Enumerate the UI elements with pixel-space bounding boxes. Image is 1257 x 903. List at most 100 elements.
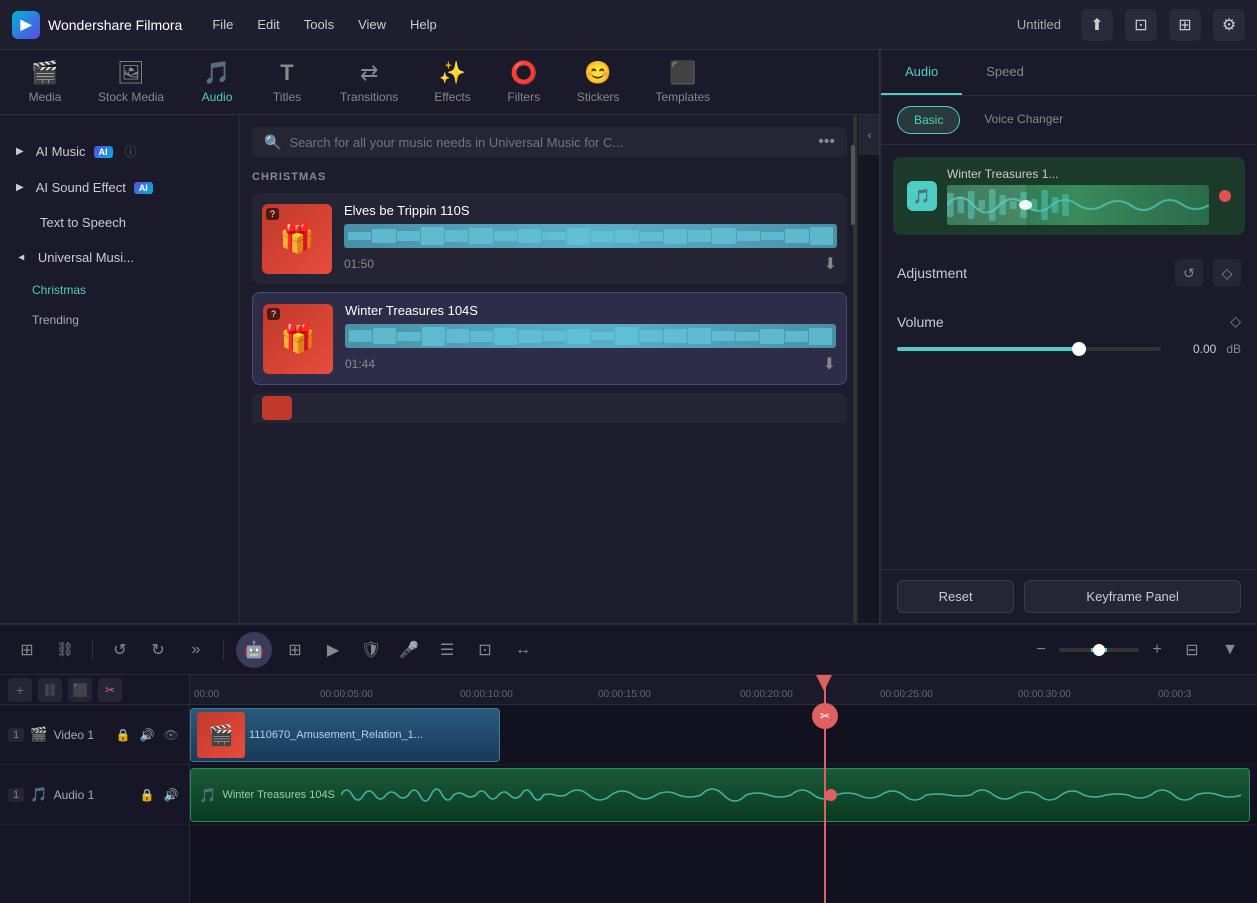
export-icon[interactable]: ⊡ <box>1125 9 1157 41</box>
timeline-tool-pip[interactable]: ⊞ <box>280 635 310 665</box>
video-clip-thumb: 🎬 <box>197 712 245 758</box>
zoom-out-icon[interactable]: − <box>1029 638 1053 662</box>
audio-track-actions: 🔒 🔊 <box>137 785 181 805</box>
sub-tab-basic[interactable]: Basic <box>897 106 960 134</box>
music-card-3-partial[interactable] <box>252 393 847 423</box>
video-track-mute-icon[interactable]: 🔊 <box>137 725 157 745</box>
top-menu: File Edit Tools View Help <box>212 17 997 32</box>
volume-slider[interactable] <box>897 347 1161 351</box>
list-view-button[interactable]: ▼ <box>1215 635 1245 665</box>
sidebar-item-universal[interactable]: ▼ Universal Musi... <box>0 240 239 275</box>
media-icon: 🎬 <box>31 60 58 86</box>
video-track-icon: 🎬 <box>30 726 47 743</box>
video-track-lock-icon[interactable]: 🔒 <box>113 725 133 745</box>
more-options-icon[interactable]: ••• <box>818 133 835 151</box>
sidebar-item-tts[interactable]: Text to Speech <box>0 205 239 240</box>
audio-clip[interactable]: 🎵 Winter Treasures 104S <box>190 768 1250 822</box>
timeline-tool-tts[interactable]: ☰ <box>432 635 462 665</box>
scrollbar-thumb[interactable] <box>851 145 855 225</box>
ruler-mark-30: 00:00:30:00 <box>1018 689 1071 700</box>
zoom-slider[interactable] <box>1059 648 1139 652</box>
download-icon-2[interactable]: ⬇ <box>823 354 836 374</box>
nav-media[interactable]: 🎬 Media <box>10 50 80 114</box>
video-track-label: 1 🎬 Video 1 🔒 🔊 👁 <box>0 705 189 765</box>
ai-music-badge: AI <box>94 146 113 158</box>
video-track-eye-icon[interactable]: 👁 <box>161 725 181 745</box>
audio-preview-icon: 🎵 <box>907 181 937 211</box>
playhead[interactable]: ✂ <box>824 675 826 903</box>
playhead-scissors-icon[interactable]: ✂ <box>812 703 838 729</box>
right-tabs: Audio Speed <box>881 50 1257 96</box>
audio-playhead-dot <box>825 789 837 801</box>
volume-section: Volume ◇ 0.00 dB <box>881 313 1257 368</box>
topbar: ▶ Wondershare Filmora File Edit Tools Vi… <box>0 0 1257 50</box>
audio-preview-indicator[interactable] <box>1219 190 1231 202</box>
sidebar-collapse-button[interactable]: ‹ <box>859 115 879 155</box>
sidebar-sub-trending[interactable]: Trending <box>0 305 239 335</box>
add-track-icon[interactable]: + <box>8 678 32 702</box>
timeline-tool-export[interactable]: ⊡ <box>470 635 500 665</box>
nav-media-label: Media <box>29 90 62 104</box>
nav-effects-label: Effects <box>434 90 470 104</box>
keyframe-panel-button[interactable]: Keyframe Panel <box>1024 580 1241 613</box>
titles-icon: T <box>280 60 293 86</box>
grid-view-button[interactable]: ⊟ <box>1177 635 1207 665</box>
share-icon[interactable]: ⬆ <box>1081 9 1113 41</box>
universal-label: Universal Musi... <box>38 250 134 265</box>
adjustment-title: Adjustment <box>897 265 967 281</box>
music-card-1[interactable]: 🎁 ? Elves be Trippin 110S <box>252 193 847 284</box>
nav-stock[interactable]: 🖼 Stock Media <box>80 50 182 114</box>
timeline-tool-more[interactable]: » <box>181 635 211 665</box>
main-layout: 🎬 Media 🖼 Stock Media 🎵 Audio T Titles ⇄… <box>0 50 1257 623</box>
timeline-zoom: − + <box>1029 638 1169 662</box>
timeline-tool-play[interactable]: ▶ <box>318 635 348 665</box>
tab-audio[interactable]: Audio <box>881 50 962 95</box>
nav-stickers[interactable]: 😊 Stickers <box>559 50 638 114</box>
nav-templates[interactable]: ⬛ Templates <box>637 50 728 114</box>
audio-track-mute-icon[interactable]: 🔊 <box>161 785 181 805</box>
menu-view[interactable]: View <box>358 17 386 32</box>
nav-effects[interactable]: ✨ Effects <box>416 50 488 114</box>
video-clip[interactable]: 🎬 1110670_Amusement_Relation_1... <box>190 708 500 762</box>
sidebar-item-ai-sound[interactable]: ▶ AI Sound Effect AI <box>0 170 239 205</box>
nav-transitions[interactable]: ⇄ Transitions <box>322 50 416 114</box>
timeline-tool-stretch[interactable]: ↔ <box>508 635 538 665</box>
audio-track-lock-icon[interactable]: 🔒 <box>137 785 157 805</box>
zoom-in-icon[interactable]: + <box>1145 638 1169 662</box>
menu-help[interactable]: Help <box>410 17 437 32</box>
sub-tab-voice-changer[interactable]: Voice Changer <box>968 106 1079 134</box>
split-icon[interactable]: ✂ <box>98 678 122 702</box>
timeline-tool-layout[interactable]: ⊞ <box>12 635 42 665</box>
adjustment-diamond-icon[interactable]: ◇ <box>1213 259 1241 287</box>
reset-button[interactable]: Reset <box>897 580 1014 613</box>
tab-speed[interactable]: Speed <box>962 50 1048 95</box>
volume-diamond-icon[interactable]: ◇ <box>1230 313 1241 330</box>
timeline-tool-shield[interactable]: 🛡 <box>356 635 386 665</box>
timeline-tool-undo[interactable]: ↺ <box>105 635 135 665</box>
fullscreen-icon[interactable]: ⊞ <box>1169 9 1201 41</box>
track-action-icon[interactable]: ⬛ <box>68 678 92 702</box>
sidebar-item-ai-music[interactable]: ▶ AI Music AI ⓘ <box>0 133 239 170</box>
menu-file[interactable]: File <box>212 17 233 32</box>
menu-tools[interactable]: Tools <box>304 17 334 32</box>
nav-stock-label: Stock Media <box>98 90 164 104</box>
nav-filters[interactable]: ⭕ Filters <box>489 50 559 114</box>
search-input[interactable] <box>289 135 810 150</box>
music-card-2[interactable]: 🎁 ? Winter Treasures 104S <box>252 292 847 385</box>
timeline-tool-mic[interactable]: 🎤 <box>394 635 424 665</box>
timeline-tool-ai[interactable]: 🤖 <box>236 632 272 668</box>
settings-icon[interactable]: ⚙ <box>1213 9 1245 41</box>
tool-nav: 🎬 Media 🖼 Stock Media 🎵 Audio T Titles ⇄… <box>0 50 879 115</box>
menu-edit[interactable]: Edit <box>257 17 279 32</box>
adjustment-reset-icon[interactable]: ↺ <box>1175 259 1203 287</box>
timeline-tracks: 00:00 00:00:05:00 00:00:10:00 00:00:15:0… <box>190 675 1257 903</box>
link-track-icon[interactable]: ⛓ <box>38 678 62 702</box>
timeline-tool-link[interactable]: ⛓ <box>50 635 80 665</box>
timeline-tool-redo[interactable]: ↻ <box>143 635 173 665</box>
video-track-actions: 🔒 🔊 👁 <box>113 725 181 745</box>
nav-titles[interactable]: T Titles <box>252 50 322 114</box>
sidebar-sub-christmas[interactable]: Christmas <box>0 275 239 305</box>
download-icon-1[interactable]: ⬇ <box>824 254 837 274</box>
tts-label: Text to Speech <box>40 215 126 230</box>
nav-audio[interactable]: 🎵 Audio <box>182 50 252 114</box>
